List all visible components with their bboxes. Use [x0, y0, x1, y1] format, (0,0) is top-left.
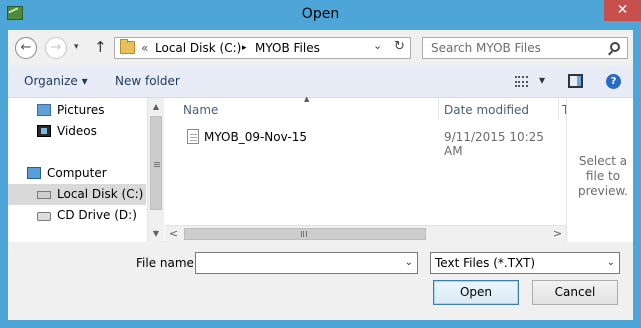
- help-icon[interactable]: ?: [606, 74, 621, 89]
- text-file-icon: [187, 129, 199, 144]
- back-button[interactable]: ←: [15, 37, 37, 59]
- grip-icon: [154, 162, 160, 167]
- open-dialog: Open ✕ ← → ▾ ↑ « Local Disk (C:) ▸ MYOB …: [0, 0, 641, 328]
- breadcrumb-overflow[interactable]: «: [141, 41, 148, 55]
- title-bar[interactable]: Open ✕: [0, 0, 641, 30]
- views-dropdown-icon[interactable]: ▾: [539, 73, 545, 87]
- file-name: MYOB_09-Nov-15: [204, 130, 308, 144]
- nav-item-local-disk[interactable]: Local Disk (C:): [8, 184, 146, 205]
- file-list[interactable]: ▲ Name Date modified T MYOB_09-Nov-15 9/…: [165, 95, 566, 242]
- preview-pane: Select a file to preview.: [566, 98, 633, 242]
- file-type-select[interactable]: Text Files (*.TXT) ⌄: [430, 252, 620, 274]
- toolbar: Organize ▾ New folder ▾ ?: [8, 66, 633, 97]
- file-name-label: File name:: [136, 256, 198, 270]
- forward-button[interactable]: →: [45, 37, 67, 59]
- nav-item-label: Videos: [57, 124, 97, 138]
- address-dropdown-icon[interactable]: ⌄: [373, 39, 382, 52]
- nav-item-videos[interactable]: Videos: [8, 121, 146, 142]
- preview-message: Select a file to preview.: [577, 154, 628, 198]
- folder-icon: [120, 39, 135, 54]
- recent-locations-dropdown[interactable]: ▾: [74, 42, 79, 52]
- scroll-right-button[interactable]: >: [549, 226, 566, 243]
- file-date-modified: 9/11/2015 10:25 AM: [444, 130, 544, 158]
- chevron-down-icon[interactable]: ⌄: [607, 257, 615, 268]
- navigation-scrollbar[interactable]: ▲ ▼: [147, 98, 164, 242]
- nav-item-label: Pictures: [57, 103, 105, 117]
- breadcrumb-separator[interactable]: ▸: [242, 43, 247, 53]
- file-name-field[interactable]: ⌄: [195, 252, 418, 274]
- column-divider[interactable]: [558, 98, 559, 120]
- breadcrumb-myob-files[interactable]: MYOB Files: [255, 41, 320, 55]
- computer-icon: [27, 167, 41, 179]
- videos-icon: [37, 125, 51, 137]
- nav-item-label: Local Disk (C:): [57, 187, 144, 201]
- close-button[interactable]: ✕: [604, 0, 641, 21]
- grip-icon: [301, 231, 307, 237]
- column-header-name[interactable]: Name: [183, 103, 218, 117]
- refresh-icon[interactable]: ↻: [394, 39, 405, 54]
- horizontal-scroll-thumb[interactable]: [184, 228, 426, 240]
- column-header-date-modified[interactable]: Date modified: [444, 103, 529, 117]
- preview-pane-icon[interactable]: [568, 74, 583, 88]
- breadcrumb-local-disk[interactable]: Local Disk (C:): [155, 41, 241, 55]
- scroll-down-button[interactable]: ▼: [148, 225, 164, 242]
- up-folder-button[interactable]: ↑: [94, 38, 107, 56]
- nav-item-pictures[interactable]: Pictures: [8, 100, 146, 121]
- new-folder-button[interactable]: New folder: [115, 74, 180, 88]
- scroll-left-button[interactable]: <: [165, 226, 182, 243]
- navigation-pane[interactable]: Pictures Videos Computer Local Disk (C:)…: [8, 98, 164, 242]
- file-list-scrollbar[interactable]: < >: [165, 225, 566, 242]
- open-button[interactable]: Open: [433, 280, 519, 305]
- sort-ascending-icon: ▲: [304, 95, 310, 103]
- nav-item-label: CD Drive (D:): [57, 208, 137, 222]
- search-input[interactable]: Search MYOB Files: [422, 37, 628, 59]
- cd-drive-icon: [37, 212, 51, 221]
- scroll-up-button[interactable]: ▲: [148, 98, 164, 115]
- change-view-icon[interactable]: [515, 76, 528, 87]
- nav-item-label: Computer: [47, 166, 107, 180]
- organize-button[interactable]: Organize ▾: [24, 74, 88, 88]
- cancel-button[interactable]: Cancel: [532, 280, 618, 305]
- column-divider[interactable]: [438, 98, 439, 120]
- pictures-icon: [37, 104, 51, 116]
- search-icon[interactable]: [610, 42, 620, 52]
- file-row[interactable]: MYOB_09-Nov-15 9/11/2015 10:25 AM: [165, 126, 566, 158]
- address-bar[interactable]: « Local Disk (C:) ▸ MYOB Files ⌄ ↻: [114, 37, 411, 59]
- nav-item-cd-drive[interactable]: CD Drive (D:): [8, 205, 146, 226]
- search-placeholder: Search MYOB Files: [431, 41, 541, 55]
- dialog-body: ← → ▾ ↑ « Local Disk (C:) ▸ MYOB Files ⌄…: [8, 30, 633, 320]
- chevron-down-icon[interactable]: ⌄: [405, 257, 413, 268]
- local-disk-icon: [37, 191, 51, 199]
- window-title: Open: [301, 6, 340, 22]
- nav-item-computer[interactable]: Computer: [8, 163, 146, 184]
- file-type-value: Text Files (*.TXT): [435, 256, 536, 270]
- scroll-thumb[interactable]: [150, 116, 162, 210]
- browser-area: Pictures Videos Computer Local Disk (C:)…: [8, 95, 633, 242]
